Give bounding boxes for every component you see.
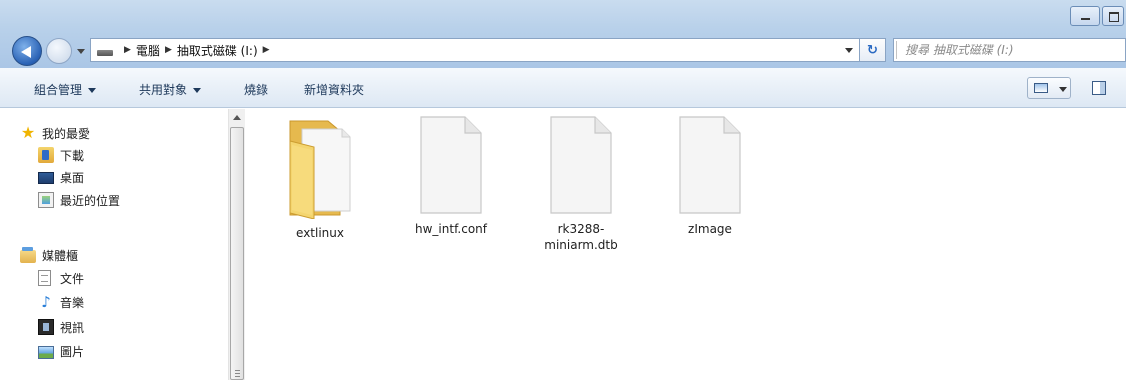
nav-item-recent-places[interactable]: 最近的位置 (38, 190, 120, 210)
share-with-button[interactable]: 共用對象 (139, 81, 202, 98)
refresh-icon: ↻ (867, 42, 878, 58)
video-icon (38, 319, 54, 335)
file-item-hw-intf-conf[interactable]: hw_intf.conf (396, 115, 506, 237)
nav-libraries-label: 媒體櫃 (42, 248, 79, 263)
navigation-pane: ★ 我的最愛 下載 桌面 最近的位置 媒體櫃 文件 ♪ 音樂 視訊 圖片 (0, 109, 228, 380)
nav-item-label: 最近的位置 (60, 193, 121, 208)
title-bar: ▶ 電腦 ▶ 抽取式磁碟 (I:) ▶ ↻ (0, 0, 1126, 68)
nav-item-label: 桌面 (60, 170, 85, 185)
nav-item-downloads[interactable]: 下載 (38, 145, 84, 165)
address-bar[interactable]: ▶ 電腦 ▶ 抽取式磁碟 (I:) ▶ (90, 38, 860, 62)
file-item-zimage[interactable]: zImage (655, 115, 765, 237)
address-history-dropdown[interactable] (845, 48, 853, 53)
file-item-extlinux[interactable]: extlinux (265, 115, 375, 241)
breadcrumb-arrow-icon[interactable]: ▶ (124, 45, 131, 55)
nav-item-label: 音樂 (60, 295, 85, 310)
burn-label: 燒錄 (244, 83, 269, 97)
music-icon: ♪ (41, 293, 51, 311)
organize-label: 組合管理 (34, 83, 83, 97)
breadcrumb-arrow-icon[interactable]: ▶ (263, 45, 270, 55)
chevron-down-icon (88, 88, 97, 93)
view-icon (1034, 83, 1048, 93)
new-folder-label: 新增資料夾 (304, 83, 365, 97)
burn-button[interactable]: 燒錄 (244, 81, 268, 98)
desktop-icon (38, 172, 54, 184)
file-name: zImage (688, 222, 732, 236)
chevron-down-icon (1059, 87, 1067, 92)
nav-item-label: 視訊 (60, 320, 85, 335)
change-view-button[interactable] (1027, 77, 1071, 99)
download-icon (38, 147, 54, 163)
back-button[interactable] (12, 36, 42, 66)
preview-pane-icon[interactable] (1092, 81, 1106, 95)
nav-item-video[interactable]: 視訊 (38, 317, 84, 337)
nav-item-music[interactable]: ♪ 音樂 (38, 292, 84, 312)
generic-file-icon (549, 115, 613, 215)
new-folder-button[interactable]: 新增資料夾 (304, 81, 364, 98)
breadcrumb-computer[interactable]: 電腦 (136, 42, 160, 59)
nav-item-label: 下載 (60, 148, 85, 163)
documents-icon (38, 270, 51, 286)
nav-item-label: 圖片 (60, 344, 85, 359)
breadcrumb-removable-disk[interactable]: 抽取式磁碟 (I:) (177, 42, 258, 59)
library-icon (20, 247, 36, 263)
share-label: 共用對象 (139, 83, 188, 97)
file-name: hw_intf.conf (415, 222, 487, 236)
nav-scrollbar[interactable] (228, 109, 245, 380)
pictures-icon (38, 346, 54, 359)
scroll-thumb[interactable] (230, 127, 244, 380)
nav-favorites-label: 我的最愛 (42, 126, 91, 141)
forward-button[interactable] (46, 38, 72, 64)
file-name: extlinux (296, 226, 344, 240)
nav-item-documents[interactable]: 文件 (38, 268, 84, 288)
file-item-rk3288-miniarm-dtb[interactable]: rk3288-miniarm.dtb (526, 115, 636, 253)
scroll-up-icon[interactable] (233, 115, 241, 120)
nav-item-pictures[interactable]: 圖片 (38, 341, 84, 361)
star-icon: ★ (20, 123, 36, 142)
nav-item-desktop[interactable]: 桌面 (38, 167, 84, 187)
nav-libraries[interactable]: 媒體櫃 (20, 245, 78, 265)
chevron-down-icon (193, 88, 202, 93)
nav-favorites[interactable]: ★ 我的最愛 (20, 123, 90, 143)
minimize-button[interactable] (1070, 6, 1100, 26)
command-bar: 組合管理 共用對象 燒錄 新增資料夾 (0, 68, 1126, 108)
window-controls (1068, 6, 1124, 26)
grip-icon (235, 370, 240, 377)
recent-pages-dropdown[interactable] (77, 49, 85, 54)
refresh-button[interactable]: ↻ (860, 38, 886, 62)
maximize-button[interactable] (1102, 6, 1124, 26)
generic-file-icon (678, 115, 742, 215)
file-list: extlinux hw_intf.conf rk3288-miniarm.dtb (246, 109, 1126, 380)
search-box[interactable] (893, 38, 1126, 62)
drive-icon (97, 50, 113, 56)
organize-button[interactable]: 組合管理 (34, 81, 97, 98)
search-divider (896, 41, 897, 59)
folder-icon (280, 115, 360, 220)
search-input[interactable] (905, 43, 1105, 57)
recent-places-icon (38, 192, 54, 208)
generic-file-icon (419, 115, 483, 215)
file-name: rk3288-miniarm.dtb (544, 222, 618, 252)
nav-item-label: 文件 (60, 271, 85, 286)
breadcrumb-arrow-icon[interactable]: ▶ (165, 45, 172, 55)
